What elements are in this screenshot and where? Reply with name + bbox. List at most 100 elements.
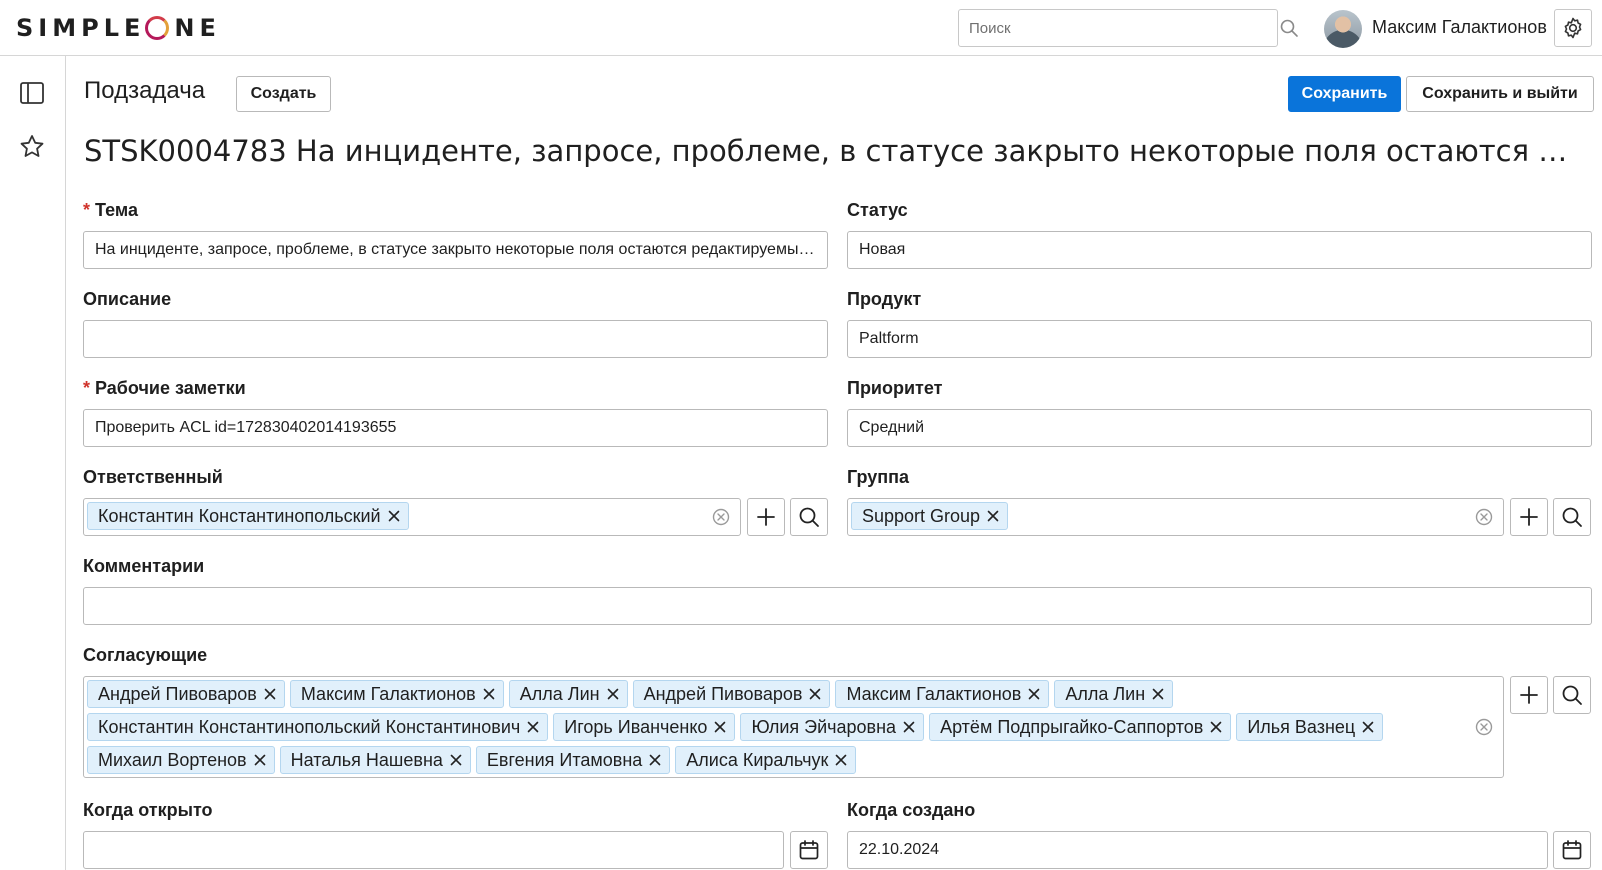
chip: Максим Галактионов (835, 680, 1050, 708)
chip-remove-icon[interactable] (1150, 686, 1166, 702)
chip-remove-icon[interactable] (1360, 719, 1376, 735)
opened-at-label: Когда открыто (83, 800, 213, 820)
search-icon (1562, 685, 1582, 705)
favorites-button[interactable] (17, 132, 47, 162)
chip-remove-icon[interactable] (901, 719, 917, 735)
status-field[interactable]: Новая (847, 231, 1592, 269)
chip: Юлия Эйчаровна (740, 713, 925, 741)
chip-remove-icon[interactable] (833, 752, 849, 768)
subject-field[interactable]: На инциденте, запросе, проблеме, в стату… (83, 231, 828, 269)
save-and-exit-button[interactable]: Сохранить и выйти (1406, 76, 1594, 112)
chip: Алла Лин (508, 680, 628, 708)
created-at-field[interactable]: 22.10.2024 (847, 831, 1548, 869)
chip: Илья Вазнец (1236, 713, 1384, 741)
chip-remove-icon[interactable] (525, 719, 541, 735)
opened-at-field[interactable] (83, 831, 784, 869)
comments-label: Комментарии (83, 556, 205, 576)
chip: Support Group (851, 502, 1009, 530)
chip-label: Андрей Пивоваров (643, 683, 803, 704)
chip-label: Максим Галактионов (846, 683, 1022, 704)
chip-label: Support Group (862, 505, 981, 526)
chip-label: Алла Лин (1065, 683, 1146, 704)
search-input[interactable] (958, 9, 1278, 47)
chip: Андрей Пивоваров (87, 680, 285, 708)
sidebar-toggle-button[interactable] (17, 78, 47, 108)
approvers-label: Согласующие (83, 645, 208, 665)
chip: Михаил Вортенов (87, 746, 275, 774)
comments-field[interactable] (83, 587, 1592, 625)
clear-icon[interactable] (711, 507, 731, 527)
group-label: Группа (847, 467, 910, 487)
chip-label: Наталья Нашевна (290, 749, 443, 770)
description-field[interactable] (83, 320, 828, 358)
approvers-add-button[interactable] (1510, 676, 1548, 714)
clear-icon[interactable] (1474, 717, 1494, 737)
user-name[interactable]: Максим Галактионов (1372, 17, 1547, 38)
chip: Константин Константинопольский (87, 502, 409, 530)
status-label: Статус (847, 200, 908, 220)
clear-icon[interactable] (1474, 507, 1494, 527)
top-header: SIMPLE NE Максим Галактионов (0, 0, 1602, 56)
plus-icon (757, 508, 775, 526)
chip-remove-icon[interactable] (1026, 686, 1042, 702)
save-button[interactable]: Сохранить (1288, 76, 1401, 112)
create-button[interactable]: Создать (236, 76, 331, 112)
chip-label: Константин Константинопольский Константи… (98, 716, 521, 737)
simpleone-logo[interactable]: SIMPLE NE (16, 12, 221, 44)
user-avatar[interactable] (1324, 10, 1362, 48)
chip-remove-icon[interactable] (647, 752, 663, 768)
form-type-title: Подзадача (84, 77, 206, 104)
work-notes-field[interactable]: Проверить ACL id=172830402014193655 (83, 409, 828, 447)
created-at-calendar-button[interactable] (1553, 831, 1591, 869)
group-lookup-button[interactable] (1553, 498, 1591, 536)
subject-label: * Тема (83, 200, 138, 220)
calendar-icon (799, 840, 819, 860)
chip: Максим Галактионов (289, 680, 504, 708)
search-icon[interactable] (1279, 18, 1299, 38)
group-chips: Support Group (851, 502, 1469, 530)
chip-label: Артём Подпрыгайко-Саппортов (940, 716, 1204, 737)
chip: Игорь Иванченко (553, 713, 736, 741)
chip: Наталья Нашевна (279, 746, 471, 774)
chip-remove-icon[interactable] (386, 508, 402, 524)
group-field[interactable]: Support Group (847, 498, 1504, 536)
assignee-add-button[interactable] (747, 498, 785, 536)
chip-remove-icon[interactable] (252, 752, 268, 768)
product-field[interactable]: Paltform (847, 320, 1592, 358)
record-title: STSK0004783 На инциденте, запросе, пробл… (84, 134, 1584, 168)
product-label: Продукт (847, 289, 922, 309)
group-add-button[interactable] (1510, 498, 1548, 536)
approvers-field[interactable]: Андрей Пивоваров Максим Галактионов Алла Л… (83, 676, 1504, 778)
assignee-field[interactable]: Константин Константинопольский (83, 498, 741, 536)
plus-icon (1520, 508, 1538, 526)
priority-field[interactable]: Средний (847, 409, 1592, 447)
chip-remove-icon[interactable] (448, 752, 464, 768)
star-icon (20, 135, 44, 157)
chip-label: Игорь Иванченко (564, 716, 708, 737)
gear-icon (1564, 17, 1582, 39)
chip-label: Евгения Итамовна (486, 749, 643, 770)
priority-label: Приоритет (847, 378, 943, 398)
chip-remove-icon[interactable] (985, 508, 1001, 524)
chip-remove-icon[interactable] (262, 686, 278, 702)
work-notes-label: * Рабочие заметки (83, 378, 246, 398)
chip-label: Михаил Вортенов (98, 749, 247, 770)
assignee-lookup-button[interactable] (790, 498, 828, 536)
description-label: Описание (83, 289, 172, 309)
created-at-label: Когда создано (847, 800, 976, 820)
chip-remove-icon[interactable] (481, 686, 497, 702)
chip-label: Максим Галактионов (300, 683, 476, 704)
chip: Андрей Пивоваров (632, 680, 831, 708)
chip: Алла Лин (1054, 680, 1174, 708)
chip-label: Алиса Киральчук (686, 749, 829, 770)
chip-remove-icon[interactable] (807, 686, 823, 702)
settings-button[interactable] (1554, 9, 1592, 47)
plus-icon (1520, 686, 1538, 704)
chip-remove-icon[interactable] (712, 719, 728, 735)
logo-ring-icon (145, 16, 170, 40)
chip-remove-icon[interactable] (605, 686, 621, 702)
chip-label: Юлия Эйчаровна (751, 716, 897, 737)
opened-at-calendar-button[interactable] (790, 831, 828, 869)
approvers-lookup-button[interactable] (1553, 676, 1591, 714)
chip-remove-icon[interactable] (1208, 719, 1224, 735)
